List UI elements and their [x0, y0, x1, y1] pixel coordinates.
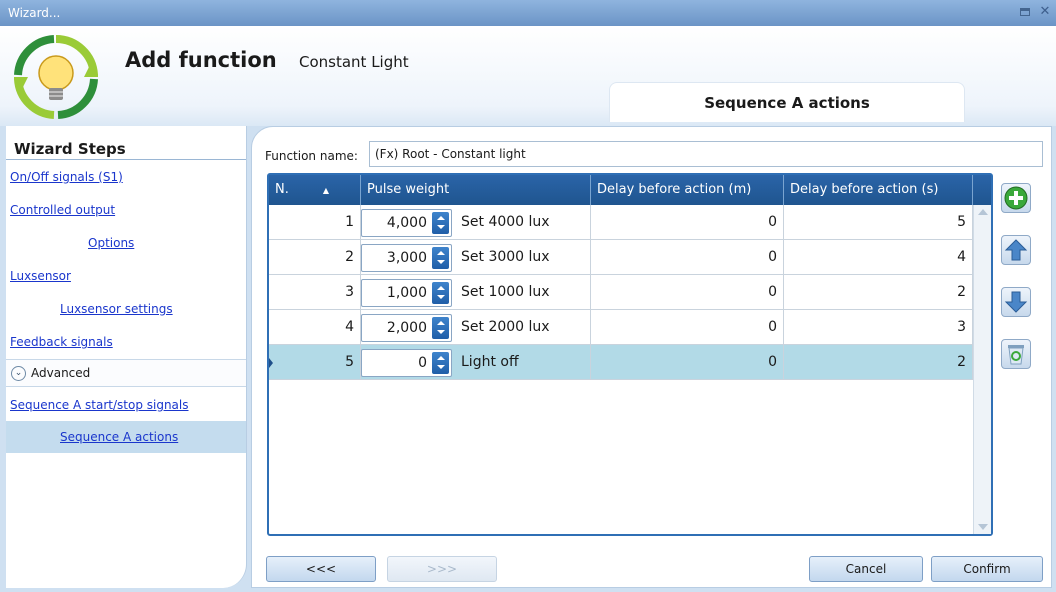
- confirm-button[interactable]: Confirm: [931, 556, 1043, 582]
- maximize-icon[interactable]: [1016, 4, 1034, 20]
- page-subtitle: Constant Light: [299, 53, 409, 71]
- cell-delay-s[interactable]: 4: [784, 240, 973, 275]
- cancel-button[interactable]: Cancel: [809, 556, 923, 582]
- cell-pulse-weight: [361, 310, 591, 345]
- table-row[interactable]: 1 4,000 Set 4000 lux 0 5: [269, 205, 973, 240]
- cell-delay-m[interactable]: 0: [591, 240, 784, 275]
- column-header-delay-m[interactable]: Delay before action (m): [591, 175, 784, 205]
- add-row-button[interactable]: [1001, 183, 1031, 213]
- cell-delay-m[interactable]: 0: [591, 345, 784, 380]
- move-up-button[interactable]: [1001, 235, 1031, 265]
- move-down-button[interactable]: [1001, 287, 1031, 317]
- plus-icon: [1004, 186, 1028, 210]
- actions-table: N. ▲ Pulse weight Delay before action (m)…: [267, 173, 993, 536]
- wizard-steps-sidebar: Wizard Steps On/Off signals (S1) Control…: [6, 126, 247, 588]
- sidebar-item-options[interactable]: Options: [88, 236, 134, 250]
- column-header-pulse-weight[interactable]: Pulse weight: [361, 175, 591, 205]
- main-panel: Function name: N.▲ Pulse weight Delay be…: [251, 126, 1052, 588]
- table-row[interactable]: 2 3,000 Set 3000 lux 0 4: [269, 240, 973, 275]
- cell-delay-m[interactable]: 0: [591, 275, 784, 310]
- scroll-up-icon[interactable]: [978, 209, 988, 215]
- close-icon[interactable]: ✕: [1036, 4, 1054, 20]
- delete-row-button[interactable]: [1001, 339, 1031, 369]
- chevron-down-icon: ⌄: [11, 366, 26, 381]
- cell-n: 4: [269, 310, 361, 345]
- sidebar-item-luxsensor[interactable]: Luxsensor: [10, 269, 71, 283]
- sidebar-item-sequence-a-start-stop[interactable]: Sequence A start/stop signals: [10, 398, 189, 412]
- next-button[interactable]: >>>: [387, 556, 497, 582]
- arrow-down-icon: [1004, 291, 1028, 313]
- wizard-steps-title: Wizard Steps: [14, 140, 126, 158]
- header: Add function Constant Light Sequence A a…: [0, 26, 1056, 126]
- advanced-section-toggle[interactable]: ⌄ Advanced: [6, 359, 246, 387]
- cell-delay-s[interactable]: 2: [784, 345, 973, 380]
- cell-delay-s[interactable]: 5: [784, 205, 973, 240]
- table-header: N. ▲ Pulse weight Delay before action (m)…: [269, 175, 991, 205]
- sidebar-item-luxsensor-settings[interactable]: Luxsensor settings: [60, 302, 173, 316]
- sidebar-item-on-off-signals[interactable]: On/Off signals (S1): [10, 170, 123, 184]
- recycle-bin-icon: [1008, 345, 1024, 365]
- divider: [6, 159, 246, 160]
- page-title: Add function: [125, 48, 277, 72]
- column-header-delay-s[interactable]: Delay before action (s): [784, 175, 973, 205]
- cell-delay-m[interactable]: 0: [591, 310, 784, 345]
- cell-n: 2: [269, 240, 361, 275]
- cell-n: 1: [269, 205, 361, 240]
- cell-n: 3: [269, 275, 361, 310]
- window-titlebar: Wizard... ✕: [0, 0, 1056, 26]
- table-row-selected[interactable]: 5 0 Light off 0 2: [269, 345, 973, 380]
- scroll-down-icon[interactable]: [978, 524, 988, 530]
- cell-delay-s[interactable]: 3: [784, 310, 973, 345]
- sidebar-item-controlled-output[interactable]: Controlled output: [10, 203, 115, 217]
- arrow-up-icon: [1004, 239, 1028, 261]
- sidebar-item-sequence-a-actions[interactable]: Sequence A actions: [60, 430, 178, 444]
- advanced-label: Advanced: [31, 366, 91, 380]
- cell-pulse-weight: [361, 205, 591, 240]
- constant-light-logo-icon: [14, 35, 98, 119]
- table-row[interactable]: 4 2,000 Set 2000 lux 0 3: [269, 310, 973, 345]
- column-header-n[interactable]: N. ▲: [269, 175, 361, 205]
- function-name-input[interactable]: [369, 141, 1043, 167]
- sort-up-icon: ▲: [322, 186, 330, 195]
- cell-n: 5: [269, 345, 361, 380]
- cell-pulse-weight: [361, 275, 591, 310]
- cell-pulse-weight: [361, 345, 591, 380]
- cell-pulse-weight: [361, 240, 591, 275]
- table-vertical-scrollbar[interactable]: [973, 205, 991, 534]
- window-title: Wizard...: [8, 6, 61, 20]
- back-button[interactable]: <<<: [266, 556, 376, 582]
- sidebar-item-feedback-signals[interactable]: Feedback signals: [10, 335, 113, 349]
- cell-delay-s[interactable]: 2: [784, 275, 973, 310]
- tab-sequence-a-actions[interactable]: Sequence A actions: [609, 82, 965, 122]
- function-name-label: Function name:: [265, 149, 358, 163]
- table-row[interactable]: 3 1,000 Set 1000 lux 0 2: [269, 275, 973, 310]
- cell-delay-m[interactable]: 0: [591, 205, 784, 240]
